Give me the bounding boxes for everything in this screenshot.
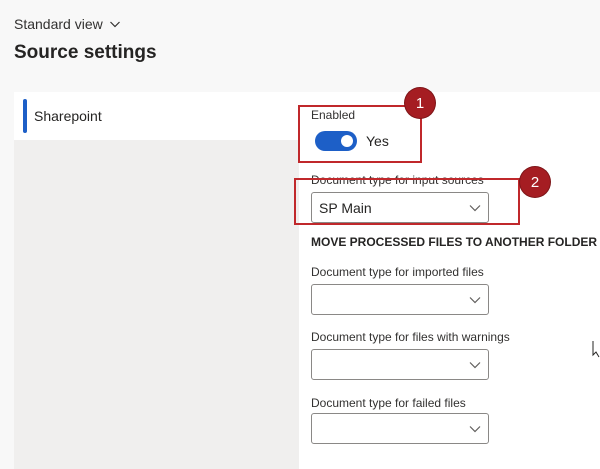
warnings-doc-type-dropdown[interactable]	[311, 349, 489, 380]
view-selector-label: Standard view	[14, 16, 103, 32]
callout-box-2	[294, 178, 520, 225]
mouse-cursor-icon	[592, 341, 600, 358]
warnings-doc-type-label: Document type for files with warnings	[311, 330, 510, 344]
failed-doc-type-dropdown[interactable]	[311, 413, 489, 444]
chevron-down-icon	[469, 297, 481, 304]
callout-badge-1: 1	[405, 88, 435, 118]
section-heading: MOVE PROCESSED FILES TO ANOTHER FOLDER	[311, 235, 598, 249]
imported-doc-type-dropdown[interactable]	[311, 284, 489, 315]
chevron-down-icon	[469, 362, 481, 369]
callout-box-1	[298, 105, 422, 163]
sidebar-item-sharepoint[interactable]: Sharepoint	[14, 92, 299, 140]
chevron-down-icon	[469, 426, 481, 433]
view-selector[interactable]: Standard view	[14, 16, 121, 32]
sidebar-item-label: Sharepoint	[34, 108, 102, 124]
callout-badge-2: 2	[520, 167, 550, 197]
failed-doc-type-label: Document type for failed files	[311, 396, 466, 410]
page-title: Source settings	[14, 42, 157, 63]
sidebar: Sharepoint	[14, 92, 299, 469]
imported-doc-type-label: Document type for imported files	[311, 265, 484, 279]
chevron-down-icon	[109, 21, 120, 28]
selection-indicator	[23, 99, 27, 133]
